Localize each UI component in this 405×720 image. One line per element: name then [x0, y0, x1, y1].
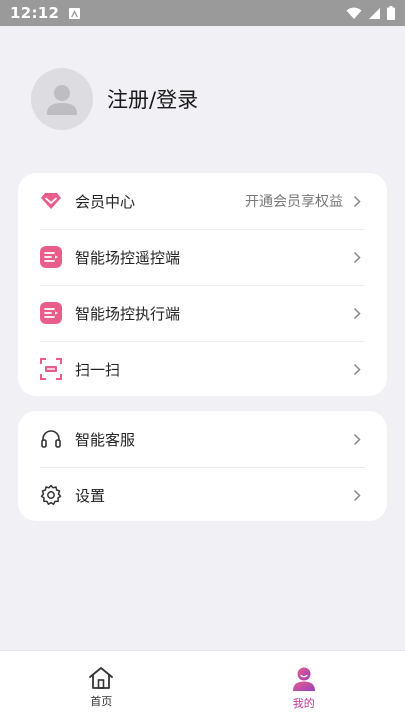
login-register-link[interactable]: 注册/登录 [107, 84, 198, 114]
profile-header[interactable]: 注册/登录 [31, 68, 198, 130]
menu-label: 会员中心 [75, 192, 136, 211]
scan-icon [40, 358, 62, 380]
chevron-right-icon [353, 488, 363, 502]
menu-item-scan[interactable]: 扫一扫 [18, 341, 387, 397]
status-bar: 12:12 [0, 0, 405, 26]
chevron-right-icon [353, 362, 363, 376]
menu-label: 扫一扫 [75, 360, 121, 379]
bottom-nav: 首页 我的 [0, 650, 405, 720]
notification-app-icon [69, 7, 81, 19]
chevron-right-icon [353, 306, 363, 320]
menu-label: 设置 [75, 486, 106, 505]
wifi-icon [346, 7, 362, 19]
menu-label: 智能客服 [75, 430, 136, 449]
remote-control-icon [40, 246, 62, 268]
diamond-icon [40, 190, 62, 212]
executor-icon [40, 302, 62, 324]
nav-label-mine: 我的 [292, 697, 315, 710]
menu-item-membership[interactable]: 会员中心 开通会员享权益 [18, 173, 387, 229]
menu-item-executor[interactable]: 智能场控执行端 [18, 285, 387, 341]
headset-icon [40, 428, 62, 450]
menu-label: 智能场控执行端 [75, 304, 181, 323]
nav-label-home: 首页 [90, 695, 113, 708]
signal-icon [369, 7, 380, 19]
menu-item-settings[interactable]: 设置 [18, 467, 387, 523]
avatar-placeholder-icon [47, 85, 77, 115]
menu-item-remote-control[interactable]: 智能场控遥控端 [18, 229, 387, 285]
menu-item-customer-service[interactable]: 智能客服 [18, 411, 387, 467]
home-icon [89, 667, 114, 689]
menu-label: 智能场控遥控端 [75, 248, 181, 267]
menu-card-services: 会员中心 开通会员享权益 智能场控遥控端 智能场控执行端 扫一扫 [18, 173, 387, 396]
gear-icon [40, 484, 62, 506]
chevron-right-icon [353, 250, 363, 264]
status-time: 12:12 [10, 4, 60, 22]
nav-tab-mine[interactable]: 我的 [203, 651, 405, 720]
profile-icon [292, 667, 315, 691]
nav-tab-home[interactable]: 首页 [0, 651, 203, 720]
menu-card-support: 智能客服 设置 [18, 411, 387, 521]
chevron-right-icon [353, 432, 363, 446]
avatar[interactable] [31, 68, 93, 130]
chevron-right-icon [353, 194, 363, 208]
battery-icon [387, 6, 395, 20]
membership-promo-text: 开通会员享权益 [245, 194, 343, 210]
